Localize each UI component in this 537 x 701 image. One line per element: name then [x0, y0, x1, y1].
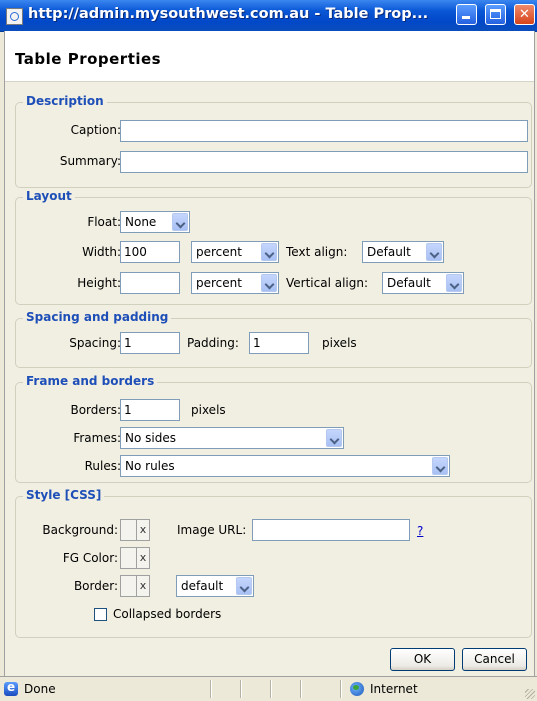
dialog-title: Table Properties	[15, 50, 162, 68]
spacing-legend: Spacing and padding	[23, 310, 172, 324]
frames-value: No sides	[125, 431, 176, 445]
float-label: Float:	[87, 215, 121, 229]
close-icon: ✕	[519, 7, 530, 22]
float-select[interactable]: None	[120, 211, 190, 233]
help-link[interactable]: ?	[417, 524, 423, 538]
description-legend: Description	[23, 94, 107, 108]
padding-input[interactable]: 1	[249, 332, 309, 354]
layout-legend: Layout	[23, 189, 75, 203]
maximize-icon	[490, 9, 501, 19]
close-button[interactable]: ✕	[514, 4, 535, 25]
height-label: Height:	[77, 276, 121, 290]
caption-input[interactable]	[120, 120, 528, 142]
summary-input[interactable]	[120, 151, 528, 173]
dialog-panel: Table Properties Description Caption: Su…	[4, 31, 535, 676]
image-url-input[interactable]	[252, 519, 410, 541]
maximize-button[interactable]	[485, 4, 506, 25]
rules-select[interactable]: No rules	[120, 455, 450, 477]
chevron-down-icon	[446, 274, 462, 292]
status-divider	[300, 680, 302, 698]
clear-background-icon[interactable]: x	[136, 520, 149, 540]
width-unit-value: percent	[196, 245, 242, 259]
ie-page-icon	[4, 680, 18, 696]
frame-group: Frame and borders Borders: 1 pixels Fram…	[15, 374, 532, 483]
image-url-label: Image URL:	[177, 523, 247, 537]
clear-fg-color-icon[interactable]: x	[136, 548, 149, 568]
style-legend: Style [CSS]	[23, 488, 105, 502]
window-title: http://admin.mysouthwest.com.au - Table …	[28, 6, 429, 22]
description-group: Description Caption: Summary:	[15, 94, 532, 188]
width-unit-select[interactable]: percent	[191, 241, 279, 263]
background-label: Background:	[42, 523, 118, 537]
status-bar: Done Internet	[0, 676, 537, 701]
text-align-label: Text align:	[286, 245, 348, 259]
border-label: Border:	[73, 579, 118, 593]
borders-input[interactable]: 1	[120, 399, 180, 421]
style-group: Style [CSS] Background: x Image URL: ? F…	[15, 488, 532, 638]
border-style-select[interactable]: default	[176, 575, 254, 597]
status-text: Done	[24, 682, 56, 696]
frame-legend: Frame and borders	[23, 374, 158, 388]
spacing-input[interactable]: 1	[120, 332, 180, 354]
border-color-swatch[interactable]: x	[120, 575, 150, 597]
vertical-align-label: Vertical align:	[286, 276, 369, 290]
caption-label: Caption:	[70, 123, 121, 137]
frames-label: Frames:	[73, 431, 121, 445]
background-color-swatch[interactable]: x	[120, 519, 150, 541]
minimize-button[interactable]	[456, 4, 477, 25]
chevron-down-icon	[261, 274, 277, 292]
collapsed-borders-checkbox[interactable]	[94, 608, 107, 621]
rules-value: No rules	[125, 459, 175, 473]
rules-label: Rules:	[84, 459, 121, 473]
status-divider	[240, 680, 242, 698]
chevron-down-icon	[432, 457, 448, 475]
text-align-value: Default	[367, 245, 411, 259]
chevron-down-icon	[261, 243, 277, 261]
minimize-icon	[462, 16, 470, 19]
status-divider	[270, 680, 272, 698]
cancel-button[interactable]: Cancel	[462, 648, 527, 671]
float-value: None	[125, 215, 157, 229]
clear-border-color-icon[interactable]: x	[136, 576, 149, 596]
ok-button[interactable]: OK	[390, 648, 455, 671]
height-unit-value: percent	[196, 276, 242, 290]
chevron-down-icon	[326, 429, 342, 447]
fg-color-swatch[interactable]: x	[120, 547, 150, 569]
borders-label: Borders:	[70, 403, 121, 417]
borders-unit-label: pixels	[191, 403, 226, 417]
spacing-label: Spacing:	[69, 336, 121, 350]
resize-grip-icon[interactable]	[525, 689, 535, 699]
height-unit-select[interactable]: percent	[191, 272, 279, 294]
layout-group: Layout Float: None Width: 100 percent Te…	[15, 189, 532, 305]
vertical-align-select[interactable]: Default	[382, 272, 464, 294]
browser-window-icon	[6, 8, 23, 25]
chevron-down-icon	[236, 577, 252, 595]
border-style-value: default	[181, 579, 224, 593]
globe-icon	[350, 682, 364, 696]
security-zone-text: Internet	[370, 682, 418, 696]
frames-select[interactable]: No sides	[120, 427, 344, 449]
width-label: Width:	[82, 245, 121, 259]
status-divider	[210, 680, 212, 698]
chevron-down-icon	[172, 213, 188, 231]
text-align-select[interactable]: Default	[362, 241, 444, 263]
spacing-group: Spacing and padding Spacing: 1 Padding: …	[15, 310, 532, 368]
height-input[interactable]	[120, 272, 180, 294]
summary-label: Summary:	[59, 154, 121, 168]
spacing-unit-label: pixels	[322, 336, 357, 350]
vertical-align-value: Default	[387, 276, 431, 290]
status-divider	[340, 680, 342, 698]
collapsed-borders-label: Collapsed borders	[113, 607, 222, 621]
width-input[interactable]: 100	[120, 241, 180, 263]
chevron-down-icon	[426, 243, 442, 261]
window-titlebar[interactable]: http://admin.mysouthwest.com.au - Table …	[0, 0, 537, 32]
dialog-header: Table Properties	[5, 31, 534, 82]
padding-label: Padding:	[187, 336, 239, 350]
fg-color-label: FG Color:	[62, 551, 118, 565]
